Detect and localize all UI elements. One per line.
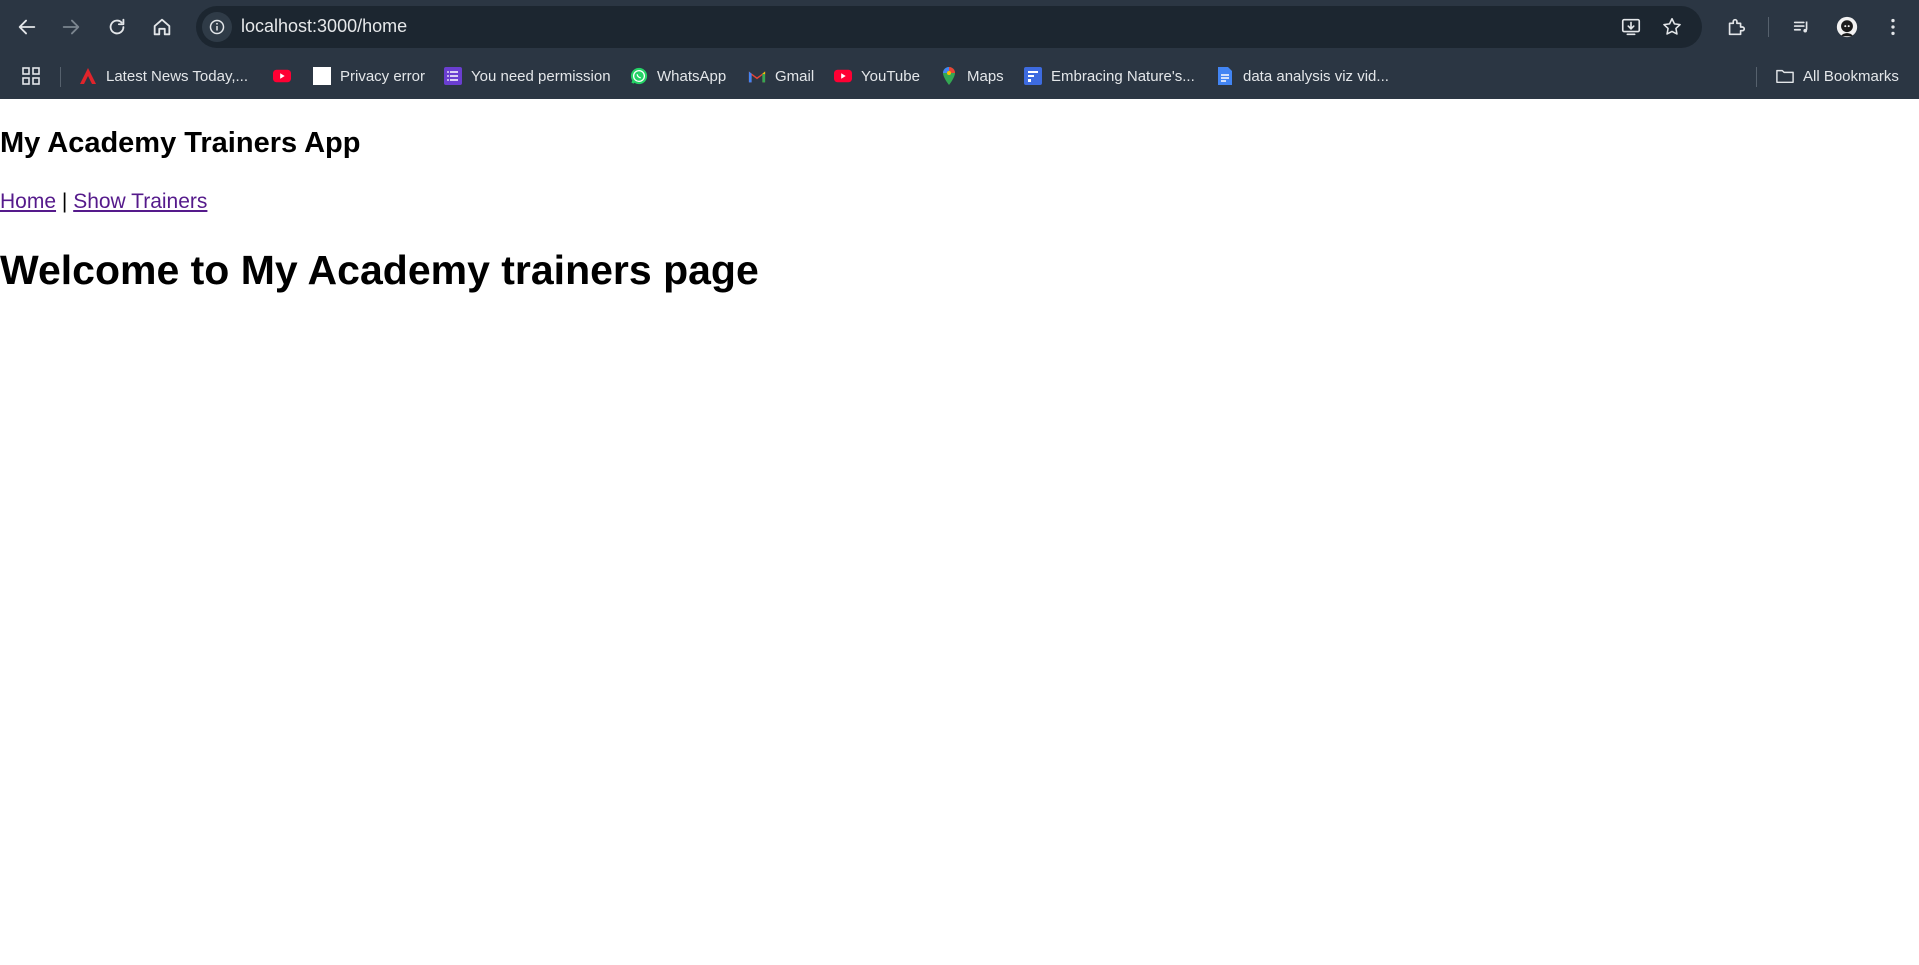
browser-toolbar: localhost:3000/home bbox=[0, 0, 1919, 54]
puzzle-icon bbox=[1728, 18, 1746, 36]
arrow-left-icon bbox=[18, 19, 36, 35]
bookmark-star-icon[interactable] bbox=[1657, 12, 1687, 42]
blank-page-icon bbox=[313, 67, 331, 85]
list-icon bbox=[444, 67, 462, 85]
bookmarks-bar: Latest News Today,... Privacy error You … bbox=[0, 54, 1919, 99]
youtube-icon bbox=[834, 67, 852, 85]
address-bar[interactable]: localhost:3000/home bbox=[196, 6, 1702, 48]
bookmark-embracing-nature[interactable]: Embracing Nature's... bbox=[1024, 62, 1195, 90]
bookmark-label: data analysis viz vid... bbox=[1243, 67, 1389, 85]
welcome-heading: Welcome to My Academy trainers page bbox=[0, 247, 759, 293]
home-icon bbox=[153, 18, 171, 36]
bookmark-label: Latest News Today,... bbox=[106, 67, 249, 85]
arrow-right-icon bbox=[62, 19, 80, 35]
bookmarks-divider-right bbox=[1756, 67, 1757, 87]
bookmark-youtube-unnamed[interactable] bbox=[273, 62, 300, 90]
bookmark-label: Maps bbox=[967, 67, 1004, 85]
avatar bbox=[1836, 16, 1858, 38]
bookmark-label: Privacy error bbox=[340, 67, 426, 85]
bookmark-label: Gmail bbox=[775, 67, 815, 85]
site-info-icon[interactable] bbox=[202, 12, 232, 42]
bookmark-latest-news[interactable]: Latest News Today,... bbox=[79, 62, 248, 90]
docs-icon bbox=[1216, 67, 1234, 85]
bookmark-you-need-permission[interactable]: You need permission bbox=[444, 62, 611, 90]
youtube-icon bbox=[273, 67, 291, 85]
news-icon bbox=[79, 67, 97, 85]
bookmark-label: WhatsApp bbox=[657, 67, 727, 85]
nav-separator: | bbox=[61, 190, 68, 213]
app-title: My Academy Trainers App bbox=[0, 127, 361, 159]
folder-icon bbox=[1776, 67, 1794, 85]
kebab-menu-icon bbox=[1891, 18, 1895, 36]
all-bookmarks-button[interactable]: All Bookmarks bbox=[1776, 62, 1899, 90]
bookmark-label: Embracing Nature's... bbox=[1051, 67, 1195, 85]
install-app-icon[interactable] bbox=[1616, 12, 1646, 42]
forms-icon bbox=[1024, 67, 1042, 85]
browser-chrome: localhost:3000/home Latest News Today,..… bbox=[0, 0, 1919, 99]
url-text[interactable]: localhost:3000/home bbox=[241, 16, 407, 37]
bookmark-whatsapp[interactable]: WhatsApp bbox=[630, 62, 726, 90]
apps-button[interactable] bbox=[21, 62, 41, 90]
gmail-icon bbox=[748, 67, 766, 85]
extensions-button[interactable] bbox=[1718, 9, 1754, 45]
page-content: My Academy Trainers App Home | Show Trai… bbox=[0, 99, 1919, 965]
home-link[interactable]: Home bbox=[0, 190, 56, 213]
apps-grid-icon bbox=[22, 67, 40, 85]
whatsapp-icon bbox=[630, 67, 648, 85]
maps-icon bbox=[940, 67, 958, 85]
more-menu-button[interactable] bbox=[1875, 9, 1911, 45]
toolbar-divider bbox=[1768, 17, 1769, 37]
all-bookmarks-label: All Bookmarks bbox=[1803, 67, 1899, 85]
reload-icon bbox=[109, 18, 125, 35]
forward-button[interactable] bbox=[53, 9, 89, 45]
bookmark-data-analysis[interactable]: data analysis viz vid... bbox=[1216, 62, 1389, 90]
reload-button[interactable] bbox=[99, 9, 135, 45]
bookmark-privacy-error[interactable]: Privacy error bbox=[313, 62, 425, 90]
show-trainers-link[interactable]: Show Trainers bbox=[73, 190, 207, 213]
bookmark-maps[interactable]: Maps bbox=[940, 62, 1004, 90]
profile-button[interactable] bbox=[1829, 9, 1865, 45]
nav-links: Home | Show Trainers bbox=[0, 190, 207, 214]
media-controls-button[interactable] bbox=[1784, 9, 1820, 45]
bookmark-label: YouTube bbox=[861, 67, 920, 85]
bookmarks-divider bbox=[60, 67, 61, 87]
playlist-icon bbox=[1793, 21, 1808, 33]
bookmark-label: You need permission bbox=[471, 67, 611, 85]
back-button[interactable] bbox=[9, 9, 45, 45]
home-button[interactable] bbox=[144, 9, 180, 45]
bookmark-youtube[interactable]: YouTube bbox=[834, 62, 920, 90]
bookmark-gmail[interactable]: Gmail bbox=[748, 62, 814, 90]
